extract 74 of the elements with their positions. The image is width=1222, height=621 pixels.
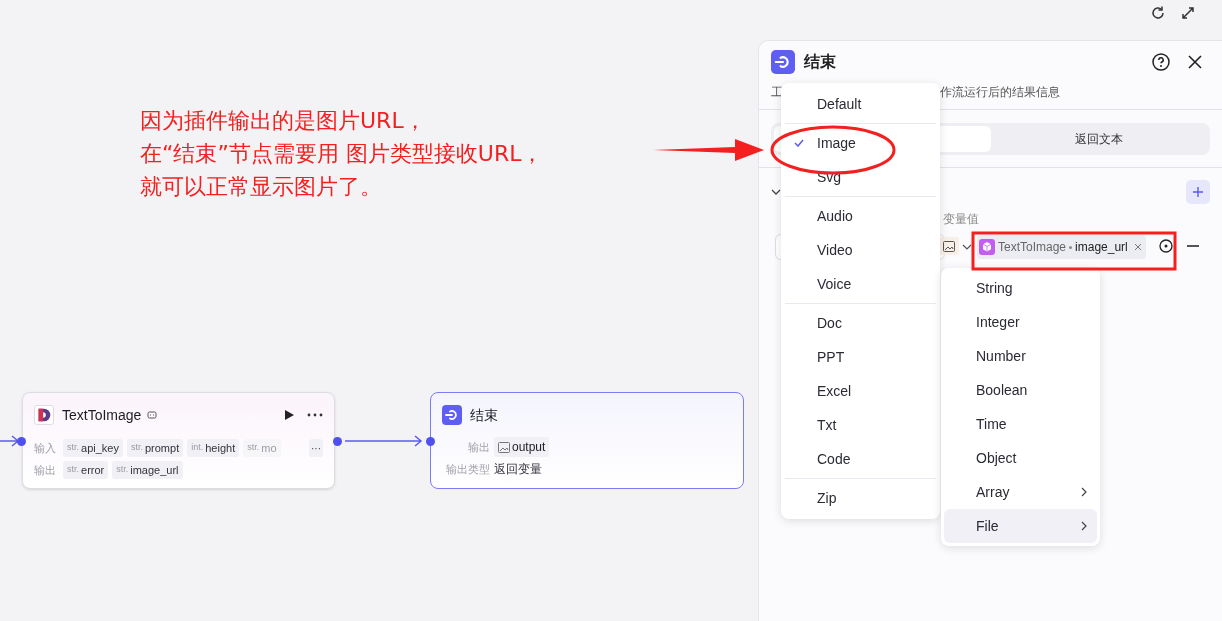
help-icon[interactable] [1152,53,1170,71]
parameter-tag: str. error [63,461,109,479]
menu-item[interactable]: String [944,271,1097,305]
menu-item[interactable]: Voice [781,267,940,301]
parameter-tag: str. image_url [112,461,183,479]
cube-icon [979,239,995,255]
row-label: 输出 [467,439,490,455]
plugin-logo-icon [34,405,54,425]
chevron-down-icon[interactable] [771,187,781,197]
menu-item[interactable]: Excel [781,374,940,408]
exit-icon [771,50,795,74]
menu-item[interactable]: Doc [781,306,940,340]
menu-item[interactable]: Time [944,407,1097,441]
parameter-tag: int. height [187,439,240,457]
expand-icon[interactable] [1180,5,1196,21]
remove-icon[interactable] [1133,243,1142,251]
parameter-tag: str. api_key [63,439,123,457]
description-text: 工 [771,84,783,101]
menu-item[interactable]: PPT [781,340,940,374]
annotation-text: 就可以正常显示图片了。 [140,173,383,201]
chevron-right-icon [1081,487,1087,497]
panel-title: 结束 [804,52,836,72]
menu-item[interactable]: Video [781,233,940,267]
menu-item[interactable]: Zip [781,481,940,515]
exit-icon [442,405,462,425]
connector-arrow [0,435,20,447]
reference-node-text: TextToImage [998,239,1067,256]
node-title: TextToImage [62,405,142,425]
end-node[interactable]: 结束 输出 output 输出类型 返回变量 [430,392,744,489]
annotation-text: 在“结束”节点需要用 图片类型接收URL， [140,140,544,168]
more-icon[interactable] [307,413,323,417]
plugin-node[interactable]: TextToImage 输入 str. api_key str. prompt int. height str. mo ··· 输出 str. error str. image_url [22,392,335,489]
parameter-tag: str. mo [243,439,281,457]
node-title: 结束 [470,405,498,425]
output-tag: output [494,437,550,457]
robot-icon [147,410,158,420]
dot-separator-icon [1069,245,1073,249]
menu-item[interactable]: Image [781,126,940,160]
image-type-icon[interactable] [939,237,959,255]
annotation-text: 因为插件输出的是图片URL， [140,107,427,135]
row-label: 输入 [34,440,57,456]
variable-reference-tag[interactable]: TextToImage image_url [977,235,1146,259]
connection-port[interactable] [426,437,435,446]
menu-item[interactable]: Default [781,87,940,121]
chevron-down-icon[interactable] [962,243,972,251]
menu-item[interactable]: Txt [781,408,940,442]
check-icon [794,139,804,147]
menu-item[interactable]: Code [781,442,940,476]
connection-port[interactable] [17,437,26,446]
menu-item[interactable]: Audio [781,199,940,233]
menu-item[interactable]: File [944,509,1097,543]
close-icon[interactable] [1188,55,1202,69]
reference-field-text: image_url [1075,239,1128,256]
parameter-tag: str. prompt [126,439,184,457]
description-text: 作流运行后的结果信息 [940,84,1060,101]
column-label: 变量值 [943,211,979,228]
row-label: 输出 [34,462,57,478]
menu-item[interactable]: Integer [944,305,1097,339]
play-icon[interactable] [283,409,295,421]
row-label: 输出类型 [445,461,490,477]
connection-port[interactable] [333,437,342,446]
target-icon[interactable] [1159,239,1173,253]
add-button[interactable] [1186,180,1210,204]
menu-item[interactable]: Array [944,475,1097,509]
segment-tab[interactable]: 返回文本 [990,126,1207,152]
more-parameters-button[interactable]: ··· [309,439,323,457]
chevron-right-icon [1081,521,1087,531]
menu-item[interactable]: Boolean [944,373,1097,407]
menu-item[interactable]: Number [944,339,1097,373]
plus-icon [1192,186,1204,198]
image-icon [498,441,510,453]
refresh-icon[interactable] [1150,5,1166,21]
menu-item[interactable]: Object [944,441,1097,475]
output-type-value: 返回变量 [494,461,542,478]
